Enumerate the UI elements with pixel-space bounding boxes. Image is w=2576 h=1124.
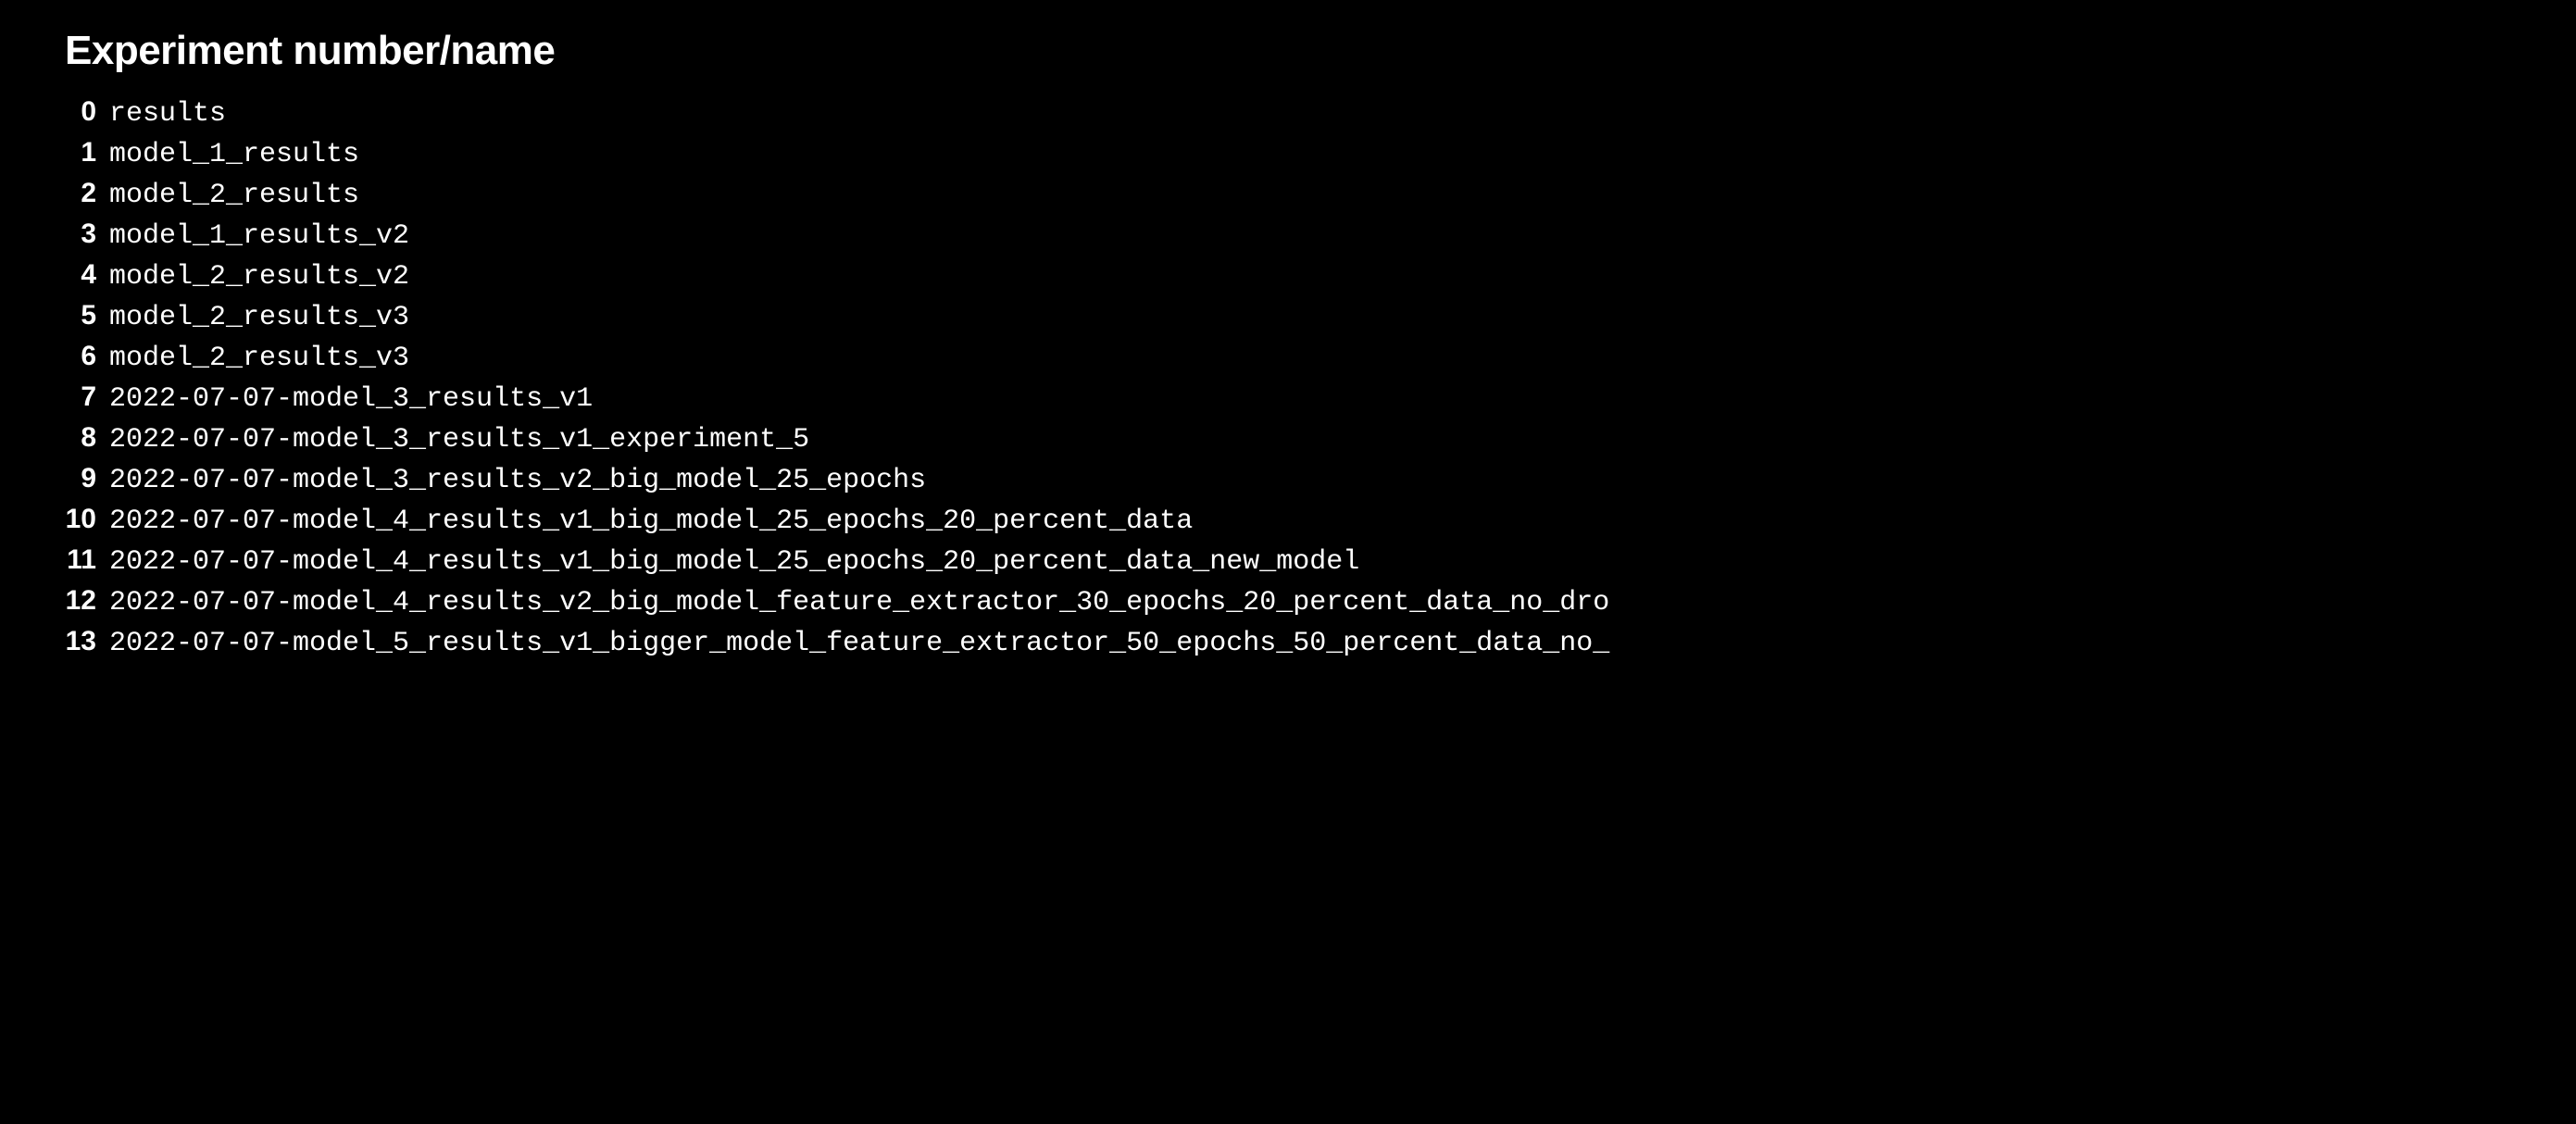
list-item: 11 2022-07-07-model_4_results_v1_big_mod…	[65, 541, 2576, 581]
row-index: 4	[65, 256, 96, 293]
list-item: 7 2022-07-07-model_3_results_v1	[65, 378, 2576, 418]
row-index: 10	[65, 500, 96, 538]
row-index: 11	[65, 541, 96, 579]
list-item: 4 model_2_results_v2	[65, 256, 2576, 296]
list-item: 5 model_2_results_v3	[65, 296, 2576, 337]
experiment-name: model_2_results_v2	[109, 258, 409, 296]
experiment-list: 0 results 1 model_1_results 2 model_2_re…	[65, 93, 2576, 663]
list-item: 6 model_2_results_v3	[65, 337, 2576, 378]
experiment-name: 2022-07-07-model_4_results_v2_big_model_…	[109, 584, 1609, 622]
experiment-name: model_2_results	[109, 177, 359, 215]
row-index: 12	[65, 581, 96, 619]
experiment-name: 2022-07-07-model_4_results_v1_big_model_…	[109, 543, 1359, 581]
list-item: 12 2022-07-07-model_4_results_v2_big_mod…	[65, 581, 2576, 622]
experiment-name: model_1_results_v2	[109, 218, 409, 256]
experiment-name: model_1_results	[109, 136, 359, 174]
experiment-name: model_2_results_v3	[109, 299, 409, 337]
list-item: 9 2022-07-07-model_3_results_v2_big_mode…	[65, 459, 2576, 500]
row-index: 9	[65, 459, 96, 497]
list-item: 2 model_2_results	[65, 174, 2576, 215]
row-index: 1	[65, 133, 96, 171]
row-index: 5	[65, 296, 96, 334]
list-item: 13 2022-07-07-model_5_results_v1_bigger_…	[65, 622, 2576, 663]
row-index: 6	[65, 337, 96, 375]
list-item: 1 model_1_results	[65, 133, 2576, 174]
list-item: 0 results	[65, 93, 2576, 133]
experiment-name: 2022-07-07-model_4_results_v1_big_model_…	[109, 503, 1193, 541]
row-index: 0	[65, 93, 96, 131]
experiment-name: 2022-07-07-model_3_results_v2_big_model_…	[109, 462, 926, 500]
row-index: 13	[65, 622, 96, 660]
list-item: 10 2022-07-07-model_4_results_v1_big_mod…	[65, 500, 2576, 541]
page-title: Experiment number/name	[65, 28, 2576, 74]
row-index: 7	[65, 378, 96, 416]
experiment-name: 2022-07-07-model_5_results_v1_bigger_mod…	[109, 625, 1609, 663]
row-index: 2	[65, 174, 96, 212]
experiment-name: 2022-07-07-model_3_results_v1	[109, 381, 593, 418]
row-index: 8	[65, 418, 96, 456]
experiment-name: model_2_results_v3	[109, 340, 409, 378]
list-item: 3 model_1_results_v2	[65, 215, 2576, 256]
experiment-name: results	[109, 95, 226, 133]
row-index: 3	[65, 215, 96, 253]
experiment-list-panel: Experiment number/name 0 results 1 model…	[0, 0, 2576, 663]
list-item: 8 2022-07-07-model_3_results_v1_experime…	[65, 418, 2576, 459]
experiment-name: 2022-07-07-model_3_results_v1_experiment…	[109, 421, 809, 459]
